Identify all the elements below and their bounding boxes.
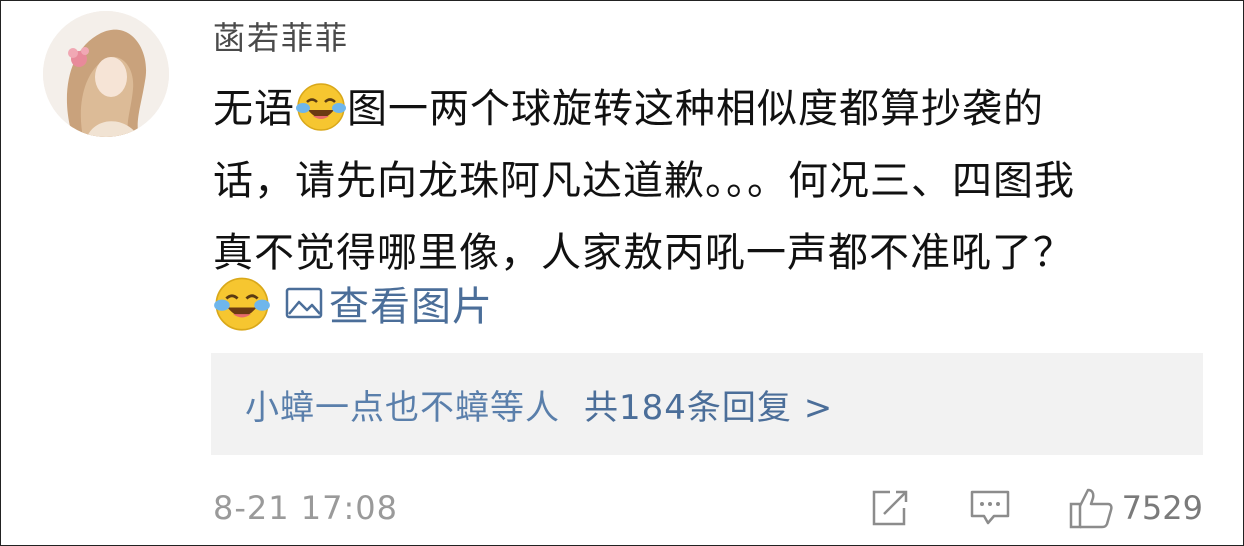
comment-text-before-emoji: 无语: [213, 86, 295, 132]
laughing-crying-emoji-icon: [214, 277, 270, 331]
comment-line-2: 话，请先向龙珠阿凡达道歉。。。何况三、四图我: [213, 158, 1075, 204]
reply-button[interactable]: [968, 488, 1012, 528]
comment-card: 菡若菲菲 无语 图一两个球旋转这种相似度都算抄袭的 话，请先向龙珠阿凡达道歉。。…: [0, 0, 1244, 546]
comment-footer: 8-21 17:08 7529: [213, 485, 1203, 531]
reply-count-link[interactable]: 共184条回复 >: [584, 380, 833, 429]
laughing-crying-emoji-icon: [296, 83, 346, 131]
replies-summary[interactable]: 小蟑一点也不蟑 等人 共184条回复 >: [211, 353, 1203, 455]
share-edit-icon: [872, 490, 907, 526]
image-icon: [285, 287, 323, 319]
username[interactable]: 菡若菲菲: [213, 13, 349, 59]
comment-body: 无语 图一两个球旋转这种相似度都算抄袭的 话，请先向龙珠阿凡达道歉。。。何况三、…: [213, 73, 1223, 289]
view-images-link[interactable]: 查看图片: [285, 274, 493, 332]
reply-author-names[interactable]: 小蟑一点也不蟑: [245, 380, 490, 429]
comment-line-1: 无语 图一两个球旋转这种相似度都算抄袭的: [213, 73, 1223, 145]
avatar-illustration: [43, 11, 169, 137]
timestamp: 8-21 17:08: [213, 489, 399, 527]
action-bar: 7529: [868, 486, 1203, 530]
comment-text-after-emoji: 图一两个球旋转这种相似度都算抄袭的: [347, 86, 1044, 132]
view-images-label: 查看图片: [329, 284, 493, 330]
view-images-row: 查看图片: [213, 273, 493, 333]
like-button[interactable]: 7529: [1068, 486, 1203, 530]
thumbs-up-icon: [1069, 488, 1113, 529]
avatar[interactable]: [43, 11, 169, 137]
like-count: 7529: [1121, 489, 1203, 527]
reply-others-suffix: 等人: [490, 387, 560, 428]
comment-icon: [970, 490, 1009, 525]
share-button[interactable]: [868, 488, 912, 528]
